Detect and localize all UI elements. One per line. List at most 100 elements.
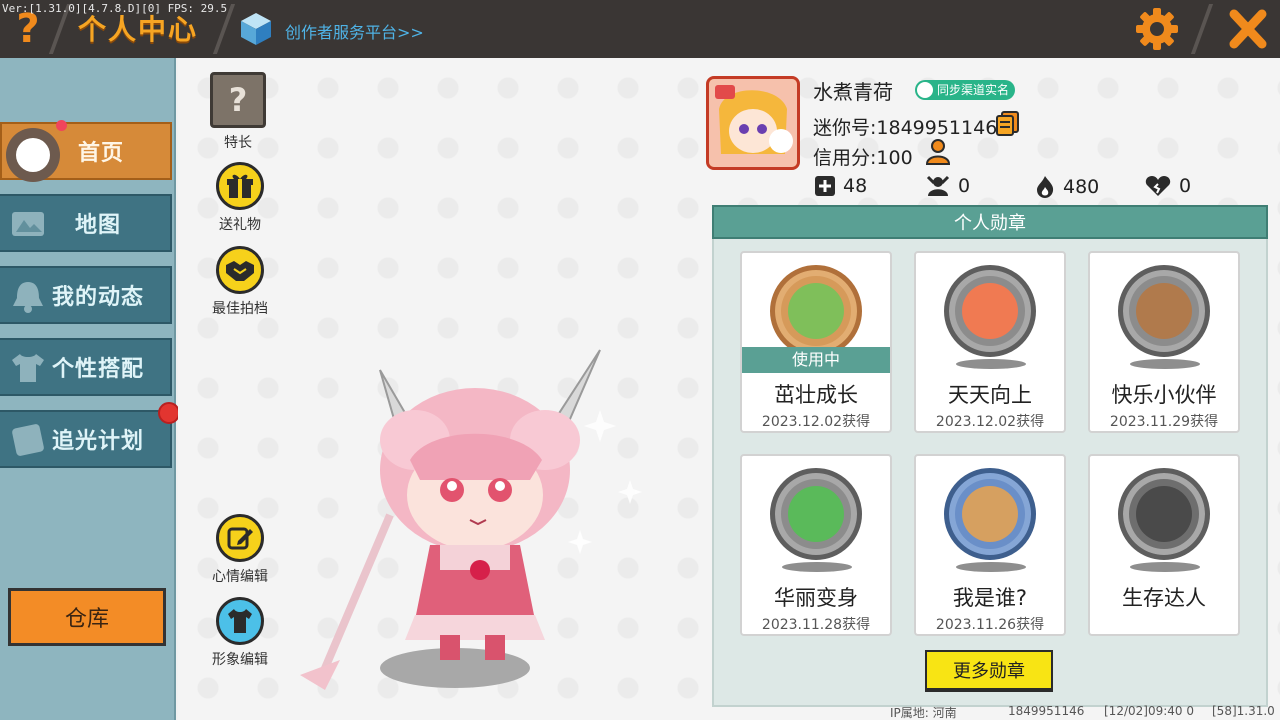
sidebar-item-home[interactable]: 首页 <box>0 120 172 182</box>
medals-panel: 使用中 茁壮成长 2023.12.02获得 天天向上 2023.12.02获得 … <box>712 239 1268 707</box>
medal-name: 我是谁? <box>952 586 1028 610</box>
stat-followers[interactable]: 0 <box>926 175 970 197</box>
mini-id: 迷你号:1849951146 <box>813 117 998 139</box>
medal-inner <box>788 283 844 339</box>
medal-date: 2023.11.29获得 <box>1109 414 1219 430</box>
medal-dino-icon <box>770 468 862 560</box>
image-edit-button[interactable]: 形象编辑 <box>203 597 277 669</box>
sidebar: 首页 地图 我的动态 个性搭配 追光计划 仓库 <box>0 58 180 720</box>
medal-card[interactable]: 我是谁? 2023.11.26获得 <box>914 454 1066 636</box>
medal-card[interactable]: 华丽变身 2023.11.28获得 <box>740 454 892 636</box>
notification-dot <box>56 120 67 131</box>
plan-icon <box>12 424 44 456</box>
fire-icon <box>1037 176 1054 198</box>
medal-inner <box>788 486 844 542</box>
creator-platform-link[interactable]: 创作者服务平台>> <box>285 19 424 43</box>
follower-icon <box>926 175 950 196</box>
sidebar-item-map[interactable]: 地图 <box>0 194 172 252</box>
image-edit-label: 形象编辑 <box>212 652 268 668</box>
medal-friends-icon <box>1118 265 1210 357</box>
medal-name: 华丽变身 <box>774 586 858 610</box>
bell-icon <box>13 282 43 313</box>
toggle-switch[interactable] <box>6 128 60 182</box>
medal-date: 2023.12.02获得 <box>935 414 1045 430</box>
medal-date: 2023.11.28获得 <box>761 617 871 633</box>
footer-info: IP属地: 河南 1849951146 [12/02]09:40 0 [58]1… <box>890 704 1280 720</box>
verified-icon <box>917 82 933 98</box>
medal-card[interactable]: 使用中 茁壮成长 2023.12.02获得 <box>740 251 892 433</box>
medal-shadow <box>956 562 1026 572</box>
heart-icon <box>1145 176 1171 196</box>
more-medals-button[interactable]: 更多勋章 <box>925 650 1053 692</box>
real-name-label: 同步渠道实名 <box>937 83 1010 97</box>
stat-likes[interactable]: 0 <box>1145 175 1191 197</box>
shirt-icon <box>12 354 44 382</box>
medal-date: 2023.11.26获得 <box>935 617 1045 633</box>
stat-value: 48 <box>843 175 868 197</box>
send-gift-button[interactable]: 送礼物 <box>203 162 277 234</box>
sidebar-item-my-moments[interactable]: 我的动态 <box>0 266 172 324</box>
medal-inner <box>1136 283 1192 339</box>
stat-value: 480 <box>1063 176 1100 198</box>
add-friend-icon <box>815 176 835 196</box>
footer-timestamp: [12/02]09:40 0 <box>1104 704 1194 718</box>
ip-location: IP属地: 河南 <box>890 706 957 720</box>
in-use-badge: 使用中 <box>742 347 890 373</box>
stat-value: 0 <box>958 175 971 197</box>
mood-edit-label: 心情编辑 <box>212 569 268 585</box>
stat-friends[interactable]: 48 <box>815 175 867 197</box>
stat-popularity[interactable]: 480 <box>1035 175 1099 199</box>
close-icon[interactable] <box>1222 4 1274 54</box>
medal-envelope-icon <box>944 468 1036 560</box>
specialty-button[interactable]: ? 特长 <box>201 72 275 152</box>
map-icon <box>12 212 44 236</box>
question-icon: ? <box>210 72 266 128</box>
medal-name: 生存达人 <box>1122 586 1206 610</box>
warehouse-button[interactable]: 仓库 <box>8 588 166 646</box>
edit-icon <box>216 514 264 562</box>
avatar[interactable] <box>706 76 800 170</box>
best-partner-label: 最佳拍档 <box>212 301 268 317</box>
medal-shadow <box>782 562 852 572</box>
medal-shadow <box>1130 359 1200 369</box>
gift-label: 送礼物 <box>219 217 261 233</box>
footer-uid: 1849951146 <box>1008 704 1085 718</box>
medal-name: 天天向上 <box>948 383 1032 407</box>
sidebar-item-label: 地图 <box>74 213 121 238</box>
specialty-label: 特长 <box>224 135 252 151</box>
medal-card[interactable]: 天天向上 2023.12.02获得 <box>914 251 1066 433</box>
outfit-icon <box>216 597 264 645</box>
medal-card[interactable]: 快乐小伙伴 2023.11.29获得 <box>1088 251 1240 433</box>
medal-card[interactable]: 生存达人 <box>1088 454 1240 636</box>
medal-inner <box>1136 486 1192 542</box>
credit-score: 信用分:100 <box>813 147 913 169</box>
notification-dot <box>158 402 180 424</box>
medal-name: 快乐小伙伴 <box>1111 383 1217 407</box>
medal-shadow <box>1130 562 1200 572</box>
player-name: 水煮青荷 <box>813 80 893 104</box>
sidebar-item-light-plan[interactable]: 追光计划 <box>0 402 180 468</box>
sidebar-item-outfit[interactable]: 个性搭配 <box>0 338 172 396</box>
medal-campfire-icon <box>1118 468 1210 560</box>
divider <box>1190 4 1214 54</box>
medal-date: 2023.12.02获得 <box>761 414 871 430</box>
medal-calendar-icon <box>944 265 1036 357</box>
medal-inner <box>962 486 1018 542</box>
medal-sprout-icon <box>770 265 862 357</box>
cube-icon[interactable] <box>240 12 272 46</box>
mood-edit-button[interactable]: 心情编辑 <box>203 514 277 586</box>
real-name-badge: 同步渠道实名 <box>915 80 1016 100</box>
gift-icon <box>216 162 264 210</box>
handshake-icon <box>216 246 264 294</box>
gear-icon[interactable] <box>1134 6 1180 52</box>
medal-name: 茁壮成长 <box>774 383 858 407</box>
best-partner-button[interactable]: 最佳拍档 <box>203 246 277 318</box>
player-character-figure[interactable] <box>280 330 700 710</box>
stat-value: 0 <box>1179 175 1192 197</box>
medals-header: 个人勋章 <box>712 205 1268 239</box>
avatar-image <box>709 79 797 167</box>
medal-shadow <box>956 359 1026 369</box>
footer-build: [58]1.31.0 <box>1212 704 1275 718</box>
credit-user-icon[interactable] <box>924 138 952 166</box>
copy-icon[interactable] <box>995 110 1021 136</box>
